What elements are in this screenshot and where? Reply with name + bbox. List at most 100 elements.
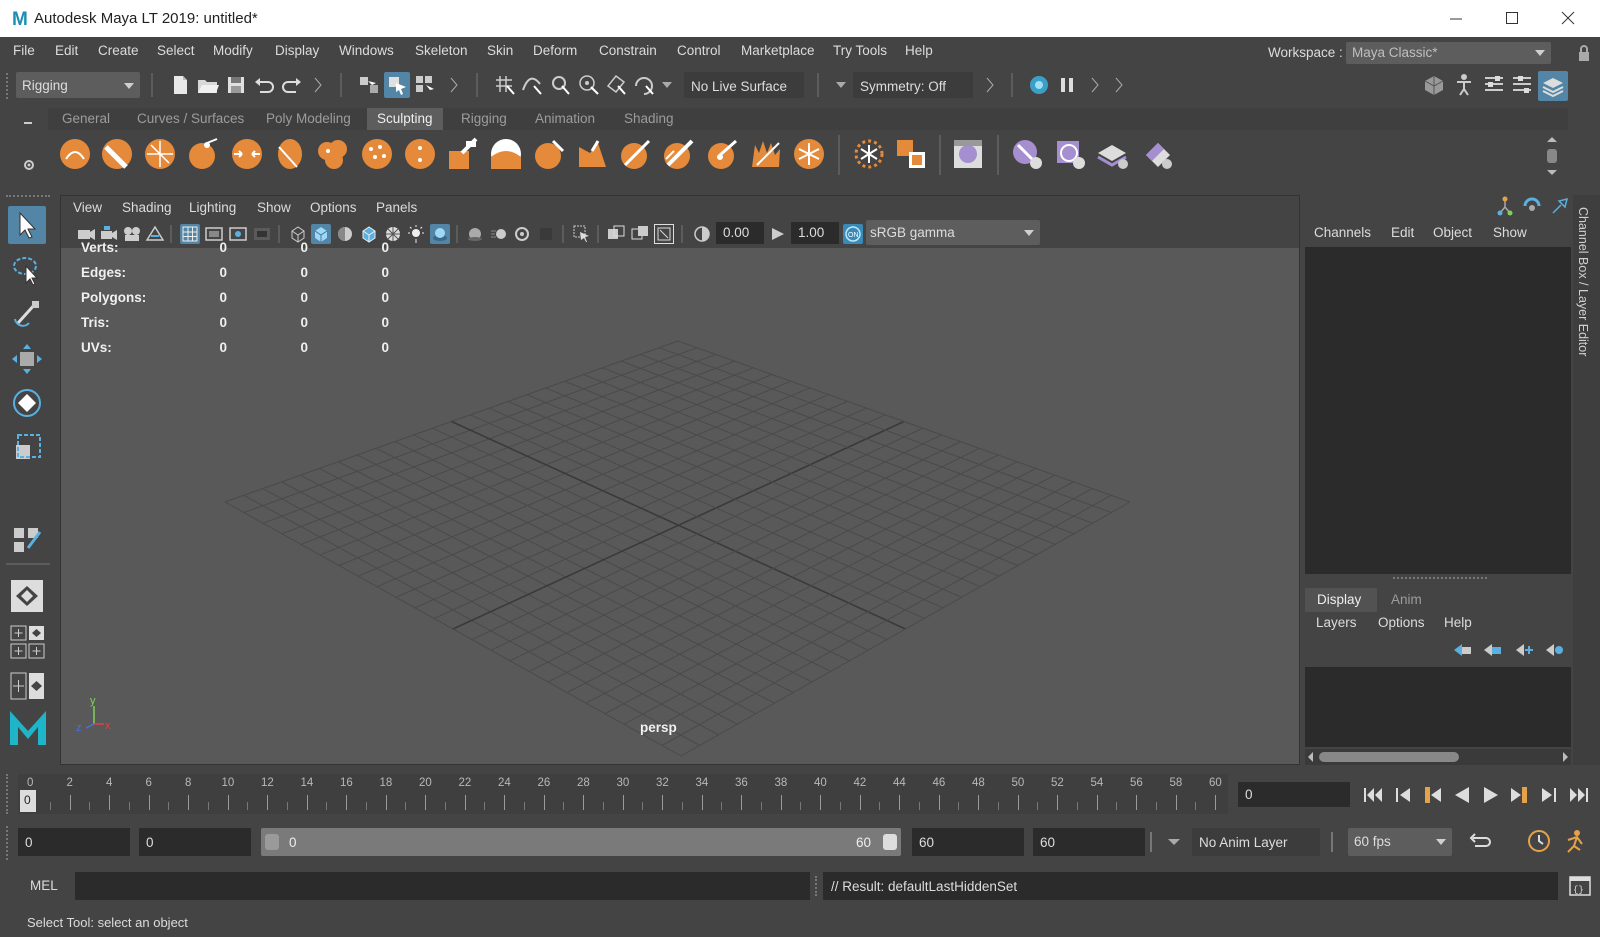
select-tool-icon[interactable] [8, 206, 46, 244]
loop-icon[interactable] [1467, 828, 1493, 854]
xray-active-components-icon[interactable] [630, 224, 650, 244]
close-icon[interactable] [1540, 0, 1596, 37]
shelf-tab-shading[interactable]: Shading [614, 108, 684, 130]
snap-to-projected-center-icon[interactable] [576, 72, 602, 98]
undo-icon[interactable] [251, 72, 277, 98]
layer-menu-help[interactable]: Help [1444, 615, 1472, 630]
animation-start-field[interactable]: 0 [18, 828, 130, 856]
redo-icon[interactable] [279, 72, 305, 98]
move-layer-up-icon[interactable] [1451, 640, 1473, 658]
menu-deform[interactable]: Deform [533, 43, 577, 58]
layer-menu-options[interactable]: Options [1378, 615, 1425, 630]
grab-icon[interactable] [187, 137, 221, 171]
xray-icon[interactable] [606, 224, 626, 244]
pin-icon[interactable] [1550, 196, 1570, 216]
imprint-icon[interactable] [446, 137, 480, 171]
snap-to-view-plane-icon[interactable] [604, 72, 630, 98]
smooth-icon[interactable] [100, 137, 134, 171]
freeze-icon[interactable] [792, 137, 826, 171]
panel-menu-show[interactable]: Show [257, 200, 291, 215]
paint-select-icon[interactable] [8, 295, 46, 333]
script-language-label[interactable]: MEL [30, 878, 58, 893]
anim-layer-menu-icon[interactable] [1168, 838, 1180, 846]
menu-marketplace[interactable]: Marketplace [741, 43, 815, 58]
cb-menu-show[interactable]: Show [1493, 225, 1527, 240]
shelf-tab-general[interactable]: General [52, 108, 120, 130]
go-to-start-icon[interactable] [1360, 782, 1386, 808]
panel-menu-lighting[interactable]: Lighting [189, 200, 236, 215]
step-back-key-icon[interactable] [1419, 782, 1445, 808]
new-scene-icon[interactable] [167, 72, 193, 98]
collapse-arrow-icon[interactable] [1115, 77, 1123, 93]
pinch-icon[interactable] [230, 137, 264, 171]
cb-menu-channels[interactable]: Channels [1314, 225, 1371, 240]
shelf-collapse-icon[interactable] [22, 117, 34, 129]
rotate-tool-icon[interactable] [8, 384, 46, 422]
select-by-hierarchy-icon[interactable] [356, 72, 382, 98]
pause-render-icon[interactable] [1054, 72, 1080, 98]
sculpt-icon[interactable] [58, 137, 92, 171]
layer-horizontal-scrollbar[interactable] [1305, 749, 1571, 765]
anim-layer-field[interactable]: No Anim Layer [1192, 828, 1320, 856]
playback-start-field[interactable]: 0 [139, 828, 251, 856]
bulge-icon[interactable] [706, 137, 740, 171]
convert-to-frozen-icon[interactable] [852, 137, 886, 171]
stamp-icon[interactable] [1053, 137, 1087, 171]
snap-to-curve-icon[interactable] [520, 72, 546, 98]
shelf-tab-sculpting[interactable]: Sculpting [367, 108, 443, 130]
current-frame-field[interactable]: 0 [1238, 782, 1350, 807]
channel-list[interactable] [1305, 247, 1571, 574]
render-view-icon[interactable] [1026, 72, 1052, 98]
character-controls-icon[interactable] [1451, 72, 1477, 98]
drag-handle[interactable] [6, 73, 12, 99]
panel-splitter[interactable] [1393, 577, 1487, 580]
script-editor-icon[interactable]: {} [1568, 874, 1592, 898]
make-live-icon[interactable] [632, 72, 658, 98]
menuset-dropdown[interactable]: Rigging [16, 72, 140, 98]
open-scene-icon[interactable] [195, 72, 221, 98]
menu-edit[interactable]: Edit [55, 43, 78, 58]
menu-create[interactable]: Create [98, 43, 139, 58]
maximize-icon[interactable] [1484, 0, 1540, 37]
use-all-lights-icon[interactable] [406, 224, 426, 244]
eraser-icon[interactable] [1140, 137, 1174, 171]
new-empty-layer-icon[interactable] [1513, 640, 1535, 658]
animation-preferences-icon[interactable] [1562, 828, 1588, 854]
stencil-icon[interactable] [1096, 137, 1130, 171]
shelf-tab-animation[interactable]: Animation [525, 108, 605, 130]
collapse-arrow-icon[interactable] [986, 77, 994, 93]
drag-handle[interactable] [6, 774, 12, 814]
foamy-icon[interactable] [316, 137, 350, 171]
symmetry-dropdown-icon[interactable] [836, 81, 846, 89]
show-manipulator-icon[interactable] [8, 518, 46, 556]
mask-icon[interactable] [894, 137, 928, 171]
animation-end-field[interactable]: 60 [1033, 828, 1145, 856]
color-management-toggle-icon[interactable]: ON [843, 224, 863, 244]
auto-keyframe-icon[interactable] [1526, 828, 1552, 854]
minimize-icon[interactable] [1428, 0, 1484, 37]
knife-icon[interactable] [619, 137, 653, 171]
playback-end-field[interactable]: 60 [912, 828, 1024, 856]
xray-joints-icon[interactable] [654, 224, 674, 244]
cb-menu-object[interactable]: Object [1433, 225, 1472, 240]
single-perspective-layout-icon[interactable] [8, 577, 46, 615]
four-view-layout-icon[interactable] [10, 625, 48, 661]
layer-tab-anim[interactable]: Anim [1378, 588, 1438, 612]
mesh-icon[interactable] [1010, 137, 1044, 171]
collapse-arrow-icon[interactable] [314, 77, 322, 93]
depth-of-field-icon[interactable] [536, 224, 556, 244]
smear-icon[interactable] [662, 137, 696, 171]
motion-blur-icon[interactable] [489, 224, 509, 244]
save-scene-icon[interactable] [223, 72, 249, 98]
panel-menu-shading[interactable]: Shading [122, 200, 172, 215]
fps-dropdown[interactable]: 60 fps [1348, 828, 1452, 856]
color-space-dropdown[interactable]: sRGB gamma [866, 220, 1040, 245]
menu-help[interactable]: Help [905, 43, 933, 58]
command-input[interactable] [75, 872, 810, 900]
channel-box-side-tab[interactable]: Channel Box / Layer Editor [1573, 195, 1600, 765]
scale-tool-icon[interactable] [8, 429, 46, 467]
snap-to-point-icon[interactable] [548, 72, 574, 98]
two-view-layout-icon[interactable] [10, 672, 48, 702]
collapse-arrow-icon[interactable] [1091, 77, 1099, 93]
live-surface-field[interactable]: No Live Surface [684, 72, 804, 98]
